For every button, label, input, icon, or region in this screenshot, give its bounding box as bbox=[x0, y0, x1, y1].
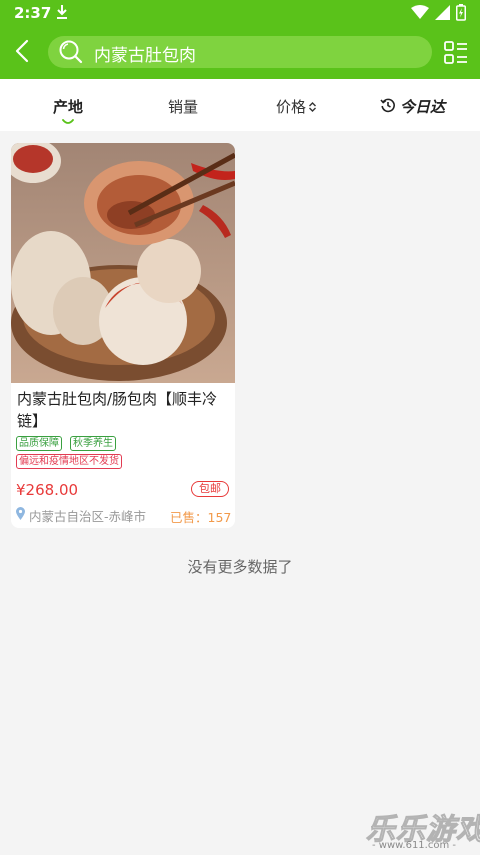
sort-tab-price[interactable]: 价格 bbox=[276, 96, 306, 117]
sort-tab-today[interactable]: 今日达 bbox=[400, 96, 445, 117]
tag-autumn: 秋季养生 bbox=[70, 436, 116, 451]
free-shipping-badge: 包邮 bbox=[191, 481, 229, 497]
sort-updown-icon bbox=[309, 102, 316, 112]
download-icon bbox=[57, 5, 67, 19]
tag-shipping-notice: 偏远和疫情地区不发货 bbox=[16, 454, 122, 469]
status-time: 2:37 bbox=[14, 4, 52, 22]
no-more-data-text: 没有更多数据了 bbox=[187, 558, 293, 576]
battery-icon bbox=[456, 4, 466, 21]
watermark-url: - www.611.com - bbox=[372, 840, 456, 851]
search-icon bbox=[59, 40, 83, 64]
watermark-logo: 乐乐游戏 - www.611.com - bbox=[364, 806, 480, 855]
sort-tab-origin[interactable]: 产地 bbox=[53, 96, 83, 117]
clock-refresh-icon bbox=[380, 98, 395, 113]
status-icons bbox=[411, 4, 466, 21]
back-arrow-icon[interactable] bbox=[10, 37, 38, 65]
status-bar: 2:37 bbox=[0, 0, 480, 26]
product-title: 内蒙古肚包肉/肠包肉【顺丰冷链】 bbox=[17, 390, 218, 430]
product-location: 内蒙古自治区-赤峰市 bbox=[29, 509, 147, 524]
product-card[interactable]: 内蒙古肚包肉/肠包肉【顺丰冷链】 品质保障 秋季养生 偏远和疫情地区不发货 ¥2… bbox=[11, 143, 235, 528]
tag-quality: 品质保障 bbox=[16, 436, 62, 451]
location-pin-icon bbox=[16, 507, 25, 520]
active-tab-indicator bbox=[62, 119, 74, 124]
sort-bar: 产地 销量 价格 今日达 bbox=[0, 79, 480, 131]
sold-count: 已售：157 bbox=[170, 510, 232, 525]
product-price: ¥268.00 bbox=[16, 481, 79, 499]
list-menu-icon[interactable] bbox=[443, 40, 469, 66]
search-query: 内蒙古肚包肉 bbox=[94, 46, 196, 66]
wifi-icon bbox=[411, 5, 429, 19]
signal-icon bbox=[435, 5, 450, 20]
sort-tab-sales[interactable]: 销量 bbox=[168, 96, 198, 117]
product-image bbox=[11, 143, 235, 383]
search-input[interactable]: 内蒙古肚包肉 bbox=[48, 36, 432, 68]
